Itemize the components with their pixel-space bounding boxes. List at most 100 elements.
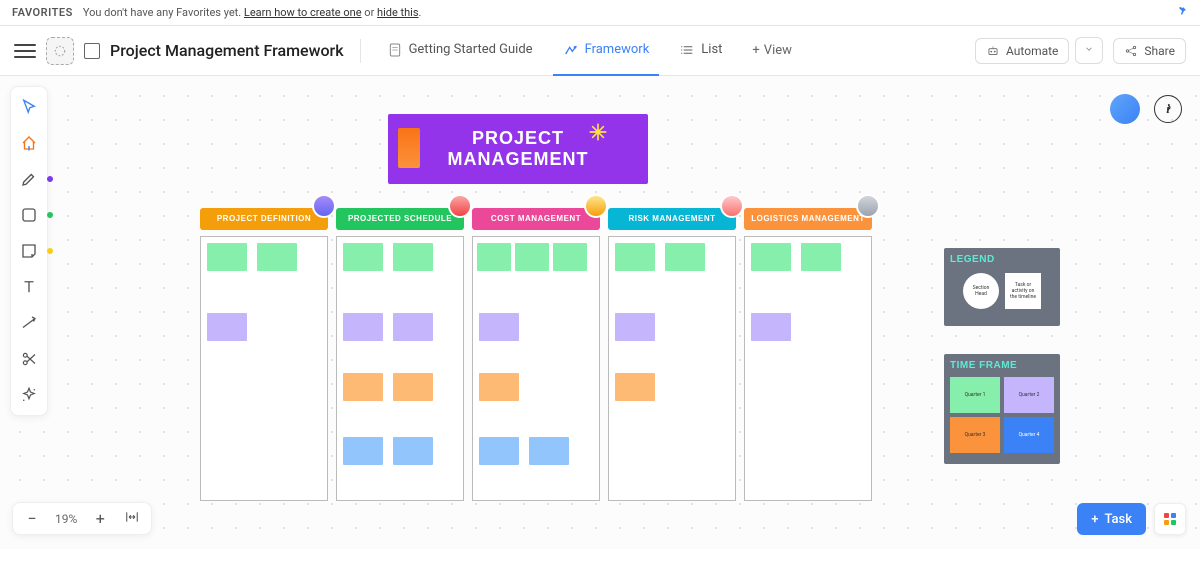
sticky-note[interactable] xyxy=(515,243,549,271)
sticky-tool[interactable] xyxy=(17,239,41,263)
legend-circle[interactable]: Section Head xyxy=(963,273,999,309)
sticky-note[interactable] xyxy=(529,437,569,465)
ai-tool[interactable] xyxy=(17,383,41,407)
learn-favorites-link[interactable]: Learn how to create one xyxy=(244,6,362,19)
sticky-note[interactable] xyxy=(343,243,383,271)
avatar[interactable] xyxy=(448,194,472,218)
banner-graphic-right xyxy=(588,122,608,142)
share-button[interactable]: Share xyxy=(1113,38,1186,64)
favorites-bar: FAVORITES You don't have any Favorites y… xyxy=(0,0,1200,26)
user-avatar[interactable] xyxy=(1110,94,1140,124)
whiteboard-canvas[interactable]: − 19% + PROJECT MANAGEMENT PROJECT DEFIN… xyxy=(0,76,1200,549)
tab-label: Framework xyxy=(585,42,650,57)
timeframe-q2[interactable]: Quarter 2 xyxy=(1004,377,1054,413)
apps-button[interactable] xyxy=(1154,503,1186,535)
timeframe-q4[interactable]: Quarter 4 xyxy=(1004,417,1054,453)
sticky-note[interactable] xyxy=(477,243,511,271)
column-logistics-management[interactable]: LOGISTICS MANAGEMENT xyxy=(744,208,872,501)
sticky-note[interactable] xyxy=(615,373,655,401)
column-header[interactable]: PROJECT DEFINITION xyxy=(200,208,328,230)
home-tool[interactable] xyxy=(17,131,41,155)
board: PROJECT MANAGEMENT PROJECT DEFINITION PR… xyxy=(60,76,1200,549)
column-body[interactable] xyxy=(200,236,328,501)
sticky-note[interactable] xyxy=(615,313,655,341)
legend-items: Section Head Task or activity on the tim… xyxy=(950,273,1054,309)
new-task-button[interactable]: + Task xyxy=(1077,503,1146,535)
avatar[interactable] xyxy=(312,194,336,218)
sticky-note[interactable] xyxy=(479,373,519,401)
column-body[interactable] xyxy=(608,236,736,501)
column-body[interactable] xyxy=(744,236,872,501)
column-header[interactable]: LOGISTICS MANAGEMENT xyxy=(744,208,872,230)
help-icon[interactable]: i i xyxy=(1154,95,1182,123)
avatar[interactable] xyxy=(584,194,608,218)
top-right-controls: i i xyxy=(1110,94,1182,124)
automate-dropdown[interactable] xyxy=(1075,37,1103,64)
doc-icon[interactable] xyxy=(84,43,100,59)
column-header[interactable]: PROJECTED SCHEDULE xyxy=(336,208,464,230)
bottom-right-controls: + Task xyxy=(1077,503,1186,535)
sticky-note[interactable] xyxy=(751,243,791,271)
hide-favorites-link[interactable]: hide this xyxy=(377,6,419,19)
column-project-definition[interactable]: PROJECT DEFINITION xyxy=(200,208,328,501)
sticky-note[interactable] xyxy=(207,313,247,341)
fit-width-button[interactable] xyxy=(123,509,141,528)
avatar[interactable] xyxy=(720,194,744,218)
pen-color-dot xyxy=(47,176,53,182)
pen-tool[interactable] xyxy=(17,167,41,191)
divider xyxy=(360,39,361,63)
legend-panel[interactable]: LEGEND Section Head Task or activity on … xyxy=(944,248,1060,326)
menu-icon[interactable] xyxy=(14,40,36,62)
column-body[interactable] xyxy=(472,236,600,501)
sticky-note[interactable] xyxy=(615,243,655,271)
sticky-note[interactable] xyxy=(479,313,519,341)
zoom-level[interactable]: 19% xyxy=(55,512,77,526)
cursor-tool[interactable] xyxy=(17,95,41,119)
workspace-icon[interactable] xyxy=(46,37,74,65)
zoom-out-button[interactable]: − xyxy=(23,509,41,528)
sticky-note[interactable] xyxy=(393,313,433,341)
timeframe-q1[interactable]: Quarter 1 xyxy=(950,377,1000,413)
column-risk-management[interactable]: RISK MANAGEMENT xyxy=(608,208,736,501)
sticky-note[interactable] xyxy=(207,243,247,271)
legend-square[interactable]: Task or activity on the timeline xyxy=(1005,273,1041,309)
shape-tool[interactable] xyxy=(17,203,41,227)
tab-list[interactable]: List xyxy=(669,26,732,76)
sticky-note[interactable] xyxy=(257,243,297,271)
sticky-note[interactable] xyxy=(479,437,519,465)
sticky-note[interactable] xyxy=(393,373,433,401)
timeframe-panel[interactable]: TIME FRAME Quarter 1 Quarter 2 Quarter 3… xyxy=(944,354,1060,464)
automate-button[interactable]: Automate xyxy=(975,38,1069,64)
sticky-note[interactable] xyxy=(553,243,587,271)
column-header[interactable]: COST MANAGEMENT xyxy=(472,208,600,230)
sticky-note[interactable] xyxy=(343,437,383,465)
zoom-in-button[interactable]: + xyxy=(91,509,109,528)
column-header[interactable]: RISK MANAGEMENT xyxy=(608,208,736,230)
header: Project Management Framework Getting Sta… xyxy=(0,26,1200,76)
connector-tool[interactable] xyxy=(17,311,41,335)
timeframe-title: TIME FRAME xyxy=(950,360,1054,371)
tab-getting-started[interactable]: Getting Started Guide xyxy=(377,26,543,76)
column-cost-management[interactable]: COST MANAGEMENT xyxy=(472,208,600,501)
text-tool[interactable] xyxy=(17,275,41,299)
avatar[interactable] xyxy=(856,194,880,218)
sticky-note[interactable] xyxy=(393,243,433,271)
sticky-note[interactable] xyxy=(343,313,383,341)
column-body[interactable] xyxy=(336,236,464,501)
scissors-tool[interactable] xyxy=(17,347,41,371)
tab-label: Getting Started Guide xyxy=(409,42,533,57)
timeframe-q3[interactable]: Quarter 3 xyxy=(950,417,1000,453)
tab-framework[interactable]: Framework xyxy=(553,26,660,76)
sticky-note[interactable] xyxy=(665,243,705,271)
sticky-note[interactable] xyxy=(393,437,433,465)
banner[interactable]: PROJECT MANAGEMENT xyxy=(388,114,648,184)
add-view-button[interactable]: + View xyxy=(742,43,802,58)
sticky-note[interactable] xyxy=(801,243,841,271)
sticky-note[interactable] xyxy=(343,373,383,401)
plus-icon: + xyxy=(752,43,759,58)
sticky-note[interactable] xyxy=(751,313,791,341)
pin-icon[interactable] xyxy=(1176,5,1188,21)
timeframe-grid: Quarter 1 Quarter 2 Quarter 3 Quarter 4 xyxy=(950,377,1054,453)
page-title[interactable]: Project Management Framework xyxy=(110,41,344,60)
column-projected-schedule[interactable]: PROJECTED SCHEDULE xyxy=(336,208,464,501)
